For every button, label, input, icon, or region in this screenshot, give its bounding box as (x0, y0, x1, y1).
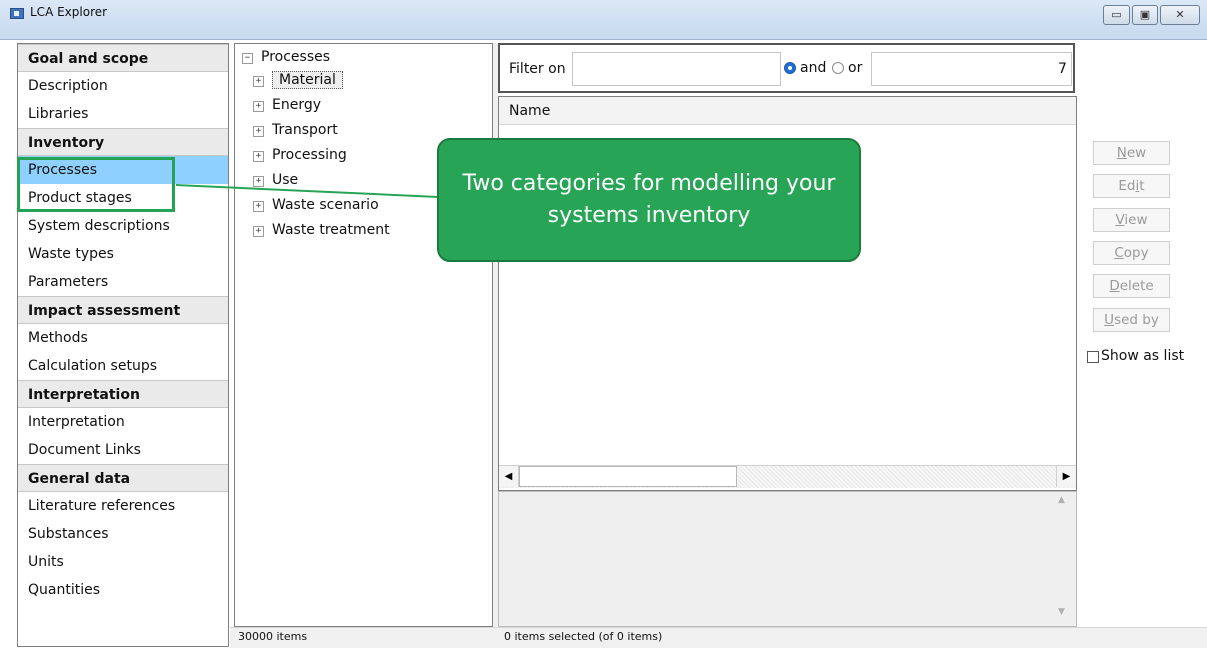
expand-icon[interactable]: + (253, 201, 264, 212)
tree-root[interactable]: − Processes (242, 46, 330, 68)
sidebar-item-calculation-setups[interactable]: Calculation setups (18, 352, 228, 380)
sidebar-item-substances[interactable]: Substances (18, 520, 228, 548)
view-button[interactable]: View (1093, 208, 1170, 232)
tree-item-label: Waste treatment (272, 222, 390, 238)
tree-root-label: Processes (261, 49, 331, 65)
new-button[interactable]: New (1093, 141, 1170, 165)
second-filter-input[interactable] (871, 52, 1072, 86)
used-by-button[interactable]: Used by (1093, 308, 1170, 332)
sidebar-item-document-links[interactable]: Document Links (18, 436, 228, 464)
sidebar-item-processes[interactable]: Processes (18, 156, 228, 184)
sidebar-items: Goal and scope Description Libraries Invent… (18, 44, 228, 644)
and-radio[interactable] (784, 62, 796, 74)
collapse-icon[interactable]: − (242, 53, 253, 64)
tree-item-transport[interactable]: + Transport (253, 119, 338, 141)
title-bar (0, 0, 1207, 40)
edit-button[interactable]: Edit (1093, 174, 1170, 198)
expand-icon[interactable]: + (253, 151, 264, 162)
second-filter-value: 7 (1058, 61, 1067, 77)
sidebar-item-waste-types[interactable]: Waste types (18, 240, 228, 268)
expand-icon[interactable]: + (253, 176, 264, 187)
expand-icon[interactable]: + (253, 126, 264, 137)
tree-item-label: Processing (272, 147, 347, 163)
process-tree: − Processes + Material + Energy + Transport + Pr… (234, 43, 493, 627)
expand-icon[interactable]: + (253, 76, 264, 87)
sidebar-item-units[interactable]: Units (18, 548, 228, 576)
callout-text: Two categories for modelling your system… (462, 171, 836, 228)
and-label: and (800, 60, 827, 76)
sidebar-section-header: Goal and scope (18, 44, 228, 72)
tree-item-waste-treatment[interactable]: + Waste treatment (253, 219, 390, 241)
tree-item-count: 30000 items (238, 630, 308, 643)
delete-button[interactable]: Delete (1093, 274, 1170, 298)
tree-item-label: Material (272, 71, 343, 89)
sidebar-item-system-descriptions[interactable]: System descriptions (18, 212, 228, 240)
tree-item-material[interactable]: + Material (253, 69, 343, 91)
copy-button[interactable]: Copy (1093, 241, 1170, 265)
show-as-list-checkbox[interactable] (1087, 351, 1099, 363)
sidebar-item-interpretation[interactable]: Interpretation (18, 408, 228, 436)
tree-item-label: Transport (272, 122, 338, 138)
scroll-up-icon[interactable]: ▲ (1058, 495, 1065, 505)
details-pane (498, 491, 1077, 627)
maximize-button[interactable]: ▣ (1132, 5, 1158, 25)
sidebar-section-header: Interpretation (18, 380, 228, 408)
tree-item-processing[interactable]: + Processing (253, 144, 347, 166)
selection-status: 0 items selected (of 0 items) (504, 630, 663, 643)
expand-icon[interactable]: + (253, 101, 264, 112)
tree-item-energy[interactable]: + Energy (253, 94, 321, 116)
or-radio[interactable] (832, 62, 844, 74)
scroll-left-icon[interactable]: ◀ (499, 466, 519, 487)
column-header-name[interactable]: Name (509, 103, 550, 119)
status-bar (230, 627, 1207, 648)
sidebar-section-header: Inventory (18, 128, 228, 156)
sidebar-section-header: Impact assessment (18, 296, 228, 324)
expand-icon[interactable]: + (253, 226, 264, 237)
sidebar-item-literature-references[interactable]: Literature references (18, 492, 228, 520)
tree-item-label: Use (272, 172, 299, 188)
sidebar-item-description[interactable]: Description (18, 72, 228, 100)
window-title: LCA Explorer (30, 5, 108, 19)
scroll-down-icon[interactable]: ▼ (1058, 607, 1065, 617)
minimize-button[interactable]: ▭ (1103, 5, 1130, 25)
list-header (499, 97, 1076, 125)
tree-item-label: Waste scenario (272, 197, 379, 213)
sidebar-section-header: General data (18, 464, 228, 492)
callout: Two categories for modelling your system… (437, 138, 861, 262)
sidebar-item-methods[interactable]: Methods (18, 324, 228, 352)
scroll-right-icon[interactable]: ▶ (1056, 466, 1076, 487)
tree-item-use[interactable]: + Use (253, 169, 298, 191)
filter-label: Filter on (509, 61, 566, 77)
scrollbar-thumb[interactable] (519, 466, 737, 487)
or-label: or (848, 60, 863, 76)
sidebar-item-libraries[interactable]: Libraries (18, 100, 228, 128)
tree-item-label: Energy (272, 97, 322, 113)
sidebar-item-quantities[interactable]: Quantities (18, 576, 228, 604)
sidebar-item-parameters[interactable]: Parameters (18, 268, 228, 296)
filter-input[interactable] (572, 52, 781, 86)
close-button[interactable]: ✕ (1160, 5, 1200, 25)
app-icon (10, 8, 24, 19)
show-as-list-label: Show as list (1101, 348, 1185, 364)
sidebar-item-product-stages[interactable]: Product stages (18, 184, 228, 212)
tree-item-waste-scenario[interactable]: + Waste scenario (253, 194, 379, 216)
